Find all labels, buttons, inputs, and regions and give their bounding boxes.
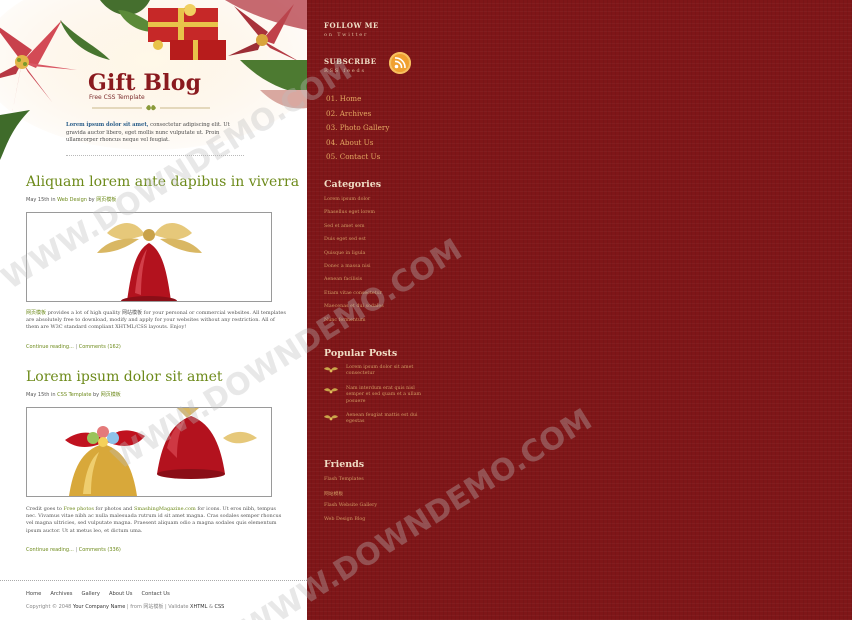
popular-post-link[interactable]: Aenean feugiat mattis est dui egestas: [346, 413, 426, 426]
smashing-link[interactable]: SmashingMagazine.com: [134, 506, 196, 512]
sidebar-nav-contact[interactable]: 05. Contact Us: [326, 152, 389, 167]
footer-link-archives[interactable]: Archives: [50, 591, 72, 597]
follow-subtitle[interactable]: on Twitter: [324, 32, 368, 38]
follow-title[interactable]: FOLLOW ME: [324, 21, 379, 30]
bell-image: [27, 213, 271, 301]
excerpt-text: provides a lot of high quality 网站模板 for …: [26, 310, 286, 331]
divider: [66, 155, 244, 156]
post-links: Continue reading... | Comments (336): [26, 547, 121, 553]
copyright-text: Copyright © 2048: [26, 604, 73, 610]
category-item[interactable]: Lorem ipsum dolor: [324, 197, 384, 210]
company-link[interactable]: Your Company Name: [73, 604, 125, 610]
holly-bullet-icon: [324, 415, 338, 421]
post-meta: May 15th in Web Design by 网页模板: [26, 196, 116, 203]
meta-category-link[interactable]: CSS Template: [57, 392, 91, 398]
subscribe-title[interactable]: SUBSCRIBE: [324, 57, 377, 66]
css-link[interactable]: CSS: [214, 604, 224, 610]
category-item[interactable]: Etiam vitae consectetur: [324, 291, 384, 304]
post-excerpt: 网页模板 provides a lot of high quality 网站模板…: [26, 310, 286, 332]
sidebar-nav-gallery[interactable]: 03. Photo Gallery: [326, 123, 389, 138]
footer-nav: Home Archives Gallery About Us Contact U…: [26, 591, 170, 597]
friend-link[interactable]: Flash Website Gallery: [324, 503, 377, 516]
meta-author-link[interactable]: 网页模板: [96, 197, 116, 203]
excerpt-link[interactable]: 网页模板: [26, 310, 46, 316]
friend-link[interactable]: 网站模板: [324, 490, 377, 503]
blog-subtitle: Free CSS Template: [89, 94, 145, 101]
sidebar-nav: 01. Home 02. Archives 03. Photo Gallery …: [326, 94, 389, 167]
popular-posts-heading: Popular Posts: [324, 348, 398, 359]
footer-link-about[interactable]: About Us: [109, 591, 133, 597]
blog-title[interactable]: Gift Blog: [88, 70, 201, 96]
post-image-bell: [26, 212, 272, 302]
main-column: Gift Blog Free CSS Template Lorem ipsum …: [0, 0, 307, 620]
title-ornament-icon: [92, 105, 210, 111]
comments-link[interactable]: Comments (336): [79, 547, 121, 553]
continue-reading-link[interactable]: Continue reading...: [26, 547, 74, 553]
comments-link[interactable]: Comments (162): [79, 344, 121, 350]
subscribe-subtitle[interactable]: RSS feeds: [324, 68, 366, 74]
excerpt-mid: for photos and: [93, 506, 134, 512]
meta-by: by: [91, 392, 101, 398]
rss-glyph-icon: [394, 57, 406, 69]
footer-link-home[interactable]: Home: [26, 591, 41, 597]
category-list: Lorem ipsum dolor Phasellus eget lorem S…: [324, 197, 384, 331]
sidebar-background: [307, 0, 852, 620]
footer-link-contact[interactable]: Contact Us: [141, 591, 169, 597]
continue-reading-link[interactable]: Continue reading...: [26, 344, 74, 350]
blog-intro: Lorem ipsum dolor sit amet, consectetur …: [66, 122, 244, 145]
sidebar-nav-archives[interactable]: 02. Archives: [326, 109, 389, 124]
popular-posts-list: Lorem ipsum dolor sit amet consectetur N…: [324, 365, 426, 434]
sidebar-nav-about[interactable]: 04. About Us: [326, 138, 389, 153]
popular-post-item[interactable]: Lorem ipsum dolor sit amet consectetur: [324, 365, 426, 378]
footer-divider: [0, 580, 307, 581]
copyright-mid: | from 网站模板 | Validate: [125, 604, 191, 610]
free-photos-link[interactable]: Free photos: [64, 506, 94, 512]
category-item[interactable]: Maecenas et dui sodales: [324, 304, 384, 317]
category-item[interactable]: Quisque in ligula: [324, 251, 384, 264]
rss-icon[interactable]: [389, 52, 411, 74]
friend-link[interactable]: Web Design Blog: [324, 517, 377, 530]
friends-heading: Friends: [324, 459, 365, 470]
popular-post-link[interactable]: Nam interdum erat quis nisl semper et se…: [346, 386, 426, 405]
category-item[interactable]: Donec a massa nisi: [324, 264, 384, 277]
post-image-bells: [26, 407, 272, 497]
popular-post-item[interactable]: Aenean feugiat mattis est dui egestas: [324, 413, 426, 426]
sidebar-nav-home[interactable]: 01. Home: [326, 94, 389, 109]
friend-link[interactable]: Flash Templates: [324, 477, 377, 490]
category-item[interactable]: Duis eget sed est: [324, 237, 384, 250]
excerpt-pre: Credit goes to: [26, 506, 64, 512]
category-item[interactable]: Phasellus eget lorem: [324, 210, 384, 223]
post-title[interactable]: Aliquam lorem ante dapibus in viverra: [26, 174, 299, 190]
meta-category-link[interactable]: Web Design: [57, 197, 87, 203]
holly-bullet-icon: [324, 388, 338, 394]
xhtml-link[interactable]: XHTML: [190, 604, 207, 610]
category-item[interactable]: Aenean facilisis: [324, 277, 384, 290]
holly-bullet-icon: [324, 367, 338, 373]
friends-list: Flash Templates 网站模板 Flash Website Galle…: [324, 477, 377, 530]
popular-post-item[interactable]: Nam interdum erat quis nisl semper et se…: [324, 386, 426, 405]
intro-lead: Lorem ipsum dolor sit amet,: [66, 122, 149, 128]
meta-date: May 15th in: [26, 392, 58, 398]
category-item[interactable]: Sed et amet sem: [324, 224, 384, 237]
meta-date: May 15th in: [26, 197, 58, 203]
post-links: Continue reading... | Comments (162): [26, 344, 121, 350]
post-meta: May 15th in CSS Template by 网页模板: [26, 391, 121, 398]
post-title[interactable]: Lorem ipsum dolor sit amet: [26, 369, 223, 385]
meta-by: by: [86, 197, 97, 203]
footer-copyright: Copyright © 2048 Your Company Name | fro…: [26, 603, 224, 610]
bells-image: [27, 408, 271, 496]
meta-author-link[interactable]: 网页模板: [101, 392, 121, 398]
popular-post-link[interactable]: Lorem ipsum dolor sit amet consectetur: [346, 365, 426, 378]
categories-heading: Categories: [324, 179, 382, 190]
post-excerpt: Credit goes to Free photos for photos an…: [26, 506, 286, 535]
footer-link-gallery[interactable]: Gallery: [81, 591, 99, 597]
category-item[interactable]: Nunc fermentum: [324, 318, 384, 331]
